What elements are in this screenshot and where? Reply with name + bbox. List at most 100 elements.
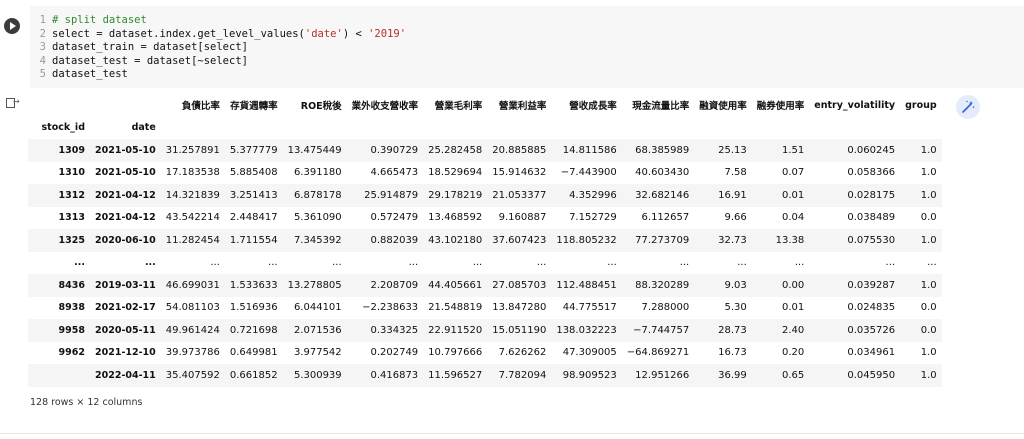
table-cell: 16.73	[718, 347, 747, 359]
table-cell: 13.278805	[287, 279, 342, 291]
table-cell: 4.352996	[569, 189, 617, 201]
table-cell: −7.443900	[560, 167, 617, 179]
table-cell: 31.257891	[165, 144, 220, 156]
code-editor[interactable]: 1 # split dataset 2 select = dataset.index…	[30, 6, 1024, 88]
magic-wand-button[interactable]	[956, 95, 980, 119]
table-cell: 98.909523	[562, 369, 617, 381]
table-row: ........................................…	[28, 252, 942, 275]
table-row: 9958 2020-05-11 49.961424 0.721698 2.071536 0…	[28, 319, 942, 342]
table-cell: 1.711554	[229, 234, 278, 246]
row-date: 2021-04-12	[95, 212, 156, 224]
table-cell: 32.73	[718, 234, 747, 246]
code-comment: # split dataset	[52, 14, 147, 26]
table-cell: ...	[607, 257, 617, 269]
line-number: 1	[39, 14, 46, 26]
dataframe-table: 負債比率 存貨週轉率 ROE稅後 業外收支營收率 營業毛利率 營業利益率 營收成…	[28, 94, 942, 387]
table-row: 1310 2021-05-10 17.183538 5.885408 6.391180 4…	[28, 162, 942, 185]
table-row: 1309 2021-05-10 31.257891 5.377779 13.475449…	[28, 139, 942, 162]
table-cell: 17.183538	[165, 167, 220, 179]
table-row: 1312 2021-04-12 14.321839 3.251413 6.878178 2…	[28, 184, 942, 207]
table-cell: 0.024835	[847, 302, 896, 314]
magic-wand-icon	[962, 100, 975, 113]
table-cell: 25.282458	[428, 144, 483, 156]
table-cell: 77.273709	[635, 234, 690, 246]
table-cell: 49.961424	[165, 324, 220, 336]
table-cell: 25.914879	[364, 189, 419, 201]
table-cell: 5.885408	[229, 167, 278, 179]
table-cell: 7.345392	[293, 234, 342, 246]
column-header: ROE稅後	[300, 101, 342, 113]
table-cell: 2.208709	[370, 279, 419, 291]
output-arrow-shape: →	[13, 97, 20, 106]
index-header-spacer	[28, 94, 90, 117]
table-cell: 0.334325	[370, 324, 419, 336]
code-line: 4 dataset_test = dataset[~select]	[36, 55, 406, 69]
run-cell-button[interactable]	[4, 18, 20, 34]
row-stock-id: 1313	[58, 212, 85, 224]
table-cell: −64.869271	[626, 347, 690, 359]
table-row: 9962 2021-12-10 39.973786 0.649981 3.977542 0…	[28, 342, 942, 365]
row-stock-id: 1310	[58, 167, 85, 179]
index-name-date: date	[131, 122, 156, 134]
code-cell[interactable]: 1 # split dataset 2 select = dataset.index…	[0, 6, 1024, 88]
index-name-stock-id: stock_id	[41, 122, 85, 134]
table-cell: 27.085703	[492, 279, 547, 291]
table-body: 1309 2021-05-10 31.257891 5.377779 13.475449…	[28, 139, 942, 387]
table-cell: 14.811586	[562, 144, 617, 156]
code-line: 2 select = dataset.index.get_level_values…	[36, 28, 406, 42]
column-header: 融資使用率	[699, 101, 747, 113]
column-header: 存貨週轉率	[230, 101, 278, 113]
table-cell: 0.039287	[847, 279, 896, 291]
column-header: 營業毛利率	[434, 101, 483, 113]
table-cell: 0.661852	[229, 369, 278, 381]
column-header: 業外收支營收率	[351, 101, 419, 113]
table-cell: 29.178219	[428, 189, 483, 201]
code-line: 3 dataset_train = dataset[select]	[36, 41, 406, 55]
table-cell: 13.468592	[428, 212, 483, 224]
table-cell: 0.0	[920, 212, 937, 224]
table-cell: 25.13	[718, 144, 747, 156]
table-cell: 12.951266	[635, 369, 690, 381]
table-cell: 32.682146	[635, 189, 690, 201]
line-number: 5	[39, 68, 46, 80]
row-date: 2021-12-10	[95, 347, 156, 359]
code-text: dataset_train = dataset[select]	[52, 41, 248, 53]
table-cell: 0.038489	[847, 212, 896, 224]
table-cell: 0.060245	[847, 144, 896, 156]
table-cell: 18.529694	[428, 167, 483, 179]
table-cell: 0.04	[782, 212, 805, 224]
table-cell: 0.20	[782, 347, 805, 359]
row-stock-id: ...	[74, 257, 85, 269]
table-cell: 15.914632	[492, 167, 547, 179]
row-date: 2021-02-17	[95, 302, 156, 314]
code-text: dataset_test = dataset[~select]	[52, 54, 248, 67]
code-text: ) <	[342, 27, 369, 40]
table-row: 8436 2019-03-11 46.699031 1.533633 13.278805…	[28, 274, 942, 297]
table-cell: 68.385989	[635, 144, 690, 156]
table-cell: 15.051190	[492, 324, 547, 336]
table-cell: 13.475449	[287, 144, 342, 156]
column-header: entry_volatility	[814, 99, 896, 111]
table-cell: 35.407592	[165, 369, 220, 381]
table-cell: 0.028175	[847, 189, 896, 201]
table-cell: 0.034961	[847, 347, 896, 359]
table-cell: 3.251413	[229, 189, 278, 201]
table-cell: 11.596527	[428, 369, 483, 381]
table-cell: 5.377779	[229, 144, 278, 156]
line-number: 4	[39, 54, 46, 67]
table-cell: 13.38	[775, 234, 805, 246]
row-stock-id: 1325	[58, 234, 85, 246]
table-cell: ...	[210, 257, 220, 269]
table-cell: 0.045950	[847, 369, 896, 381]
table-row: 1325 2020-06-10 11.282454 1.711554 7.345392 0…	[28, 229, 942, 252]
row-stock-id: 1309	[58, 144, 85, 156]
table-cell: 1.0	[920, 144, 937, 156]
table-cell: ...	[927, 257, 937, 269]
table-cell: 40.603430	[635, 167, 690, 179]
table-cell: 5.361090	[293, 212, 342, 224]
table-row: 2022-04-11 35.407592 0.661852 5.300939 0.416…	[28, 364, 942, 387]
table-cell: 21.548819	[428, 302, 483, 314]
table-cell: −7.744757	[633, 324, 690, 336]
output-icon[interactable]: →	[6, 97, 20, 108]
table-cell: 21.053377	[492, 189, 547, 201]
